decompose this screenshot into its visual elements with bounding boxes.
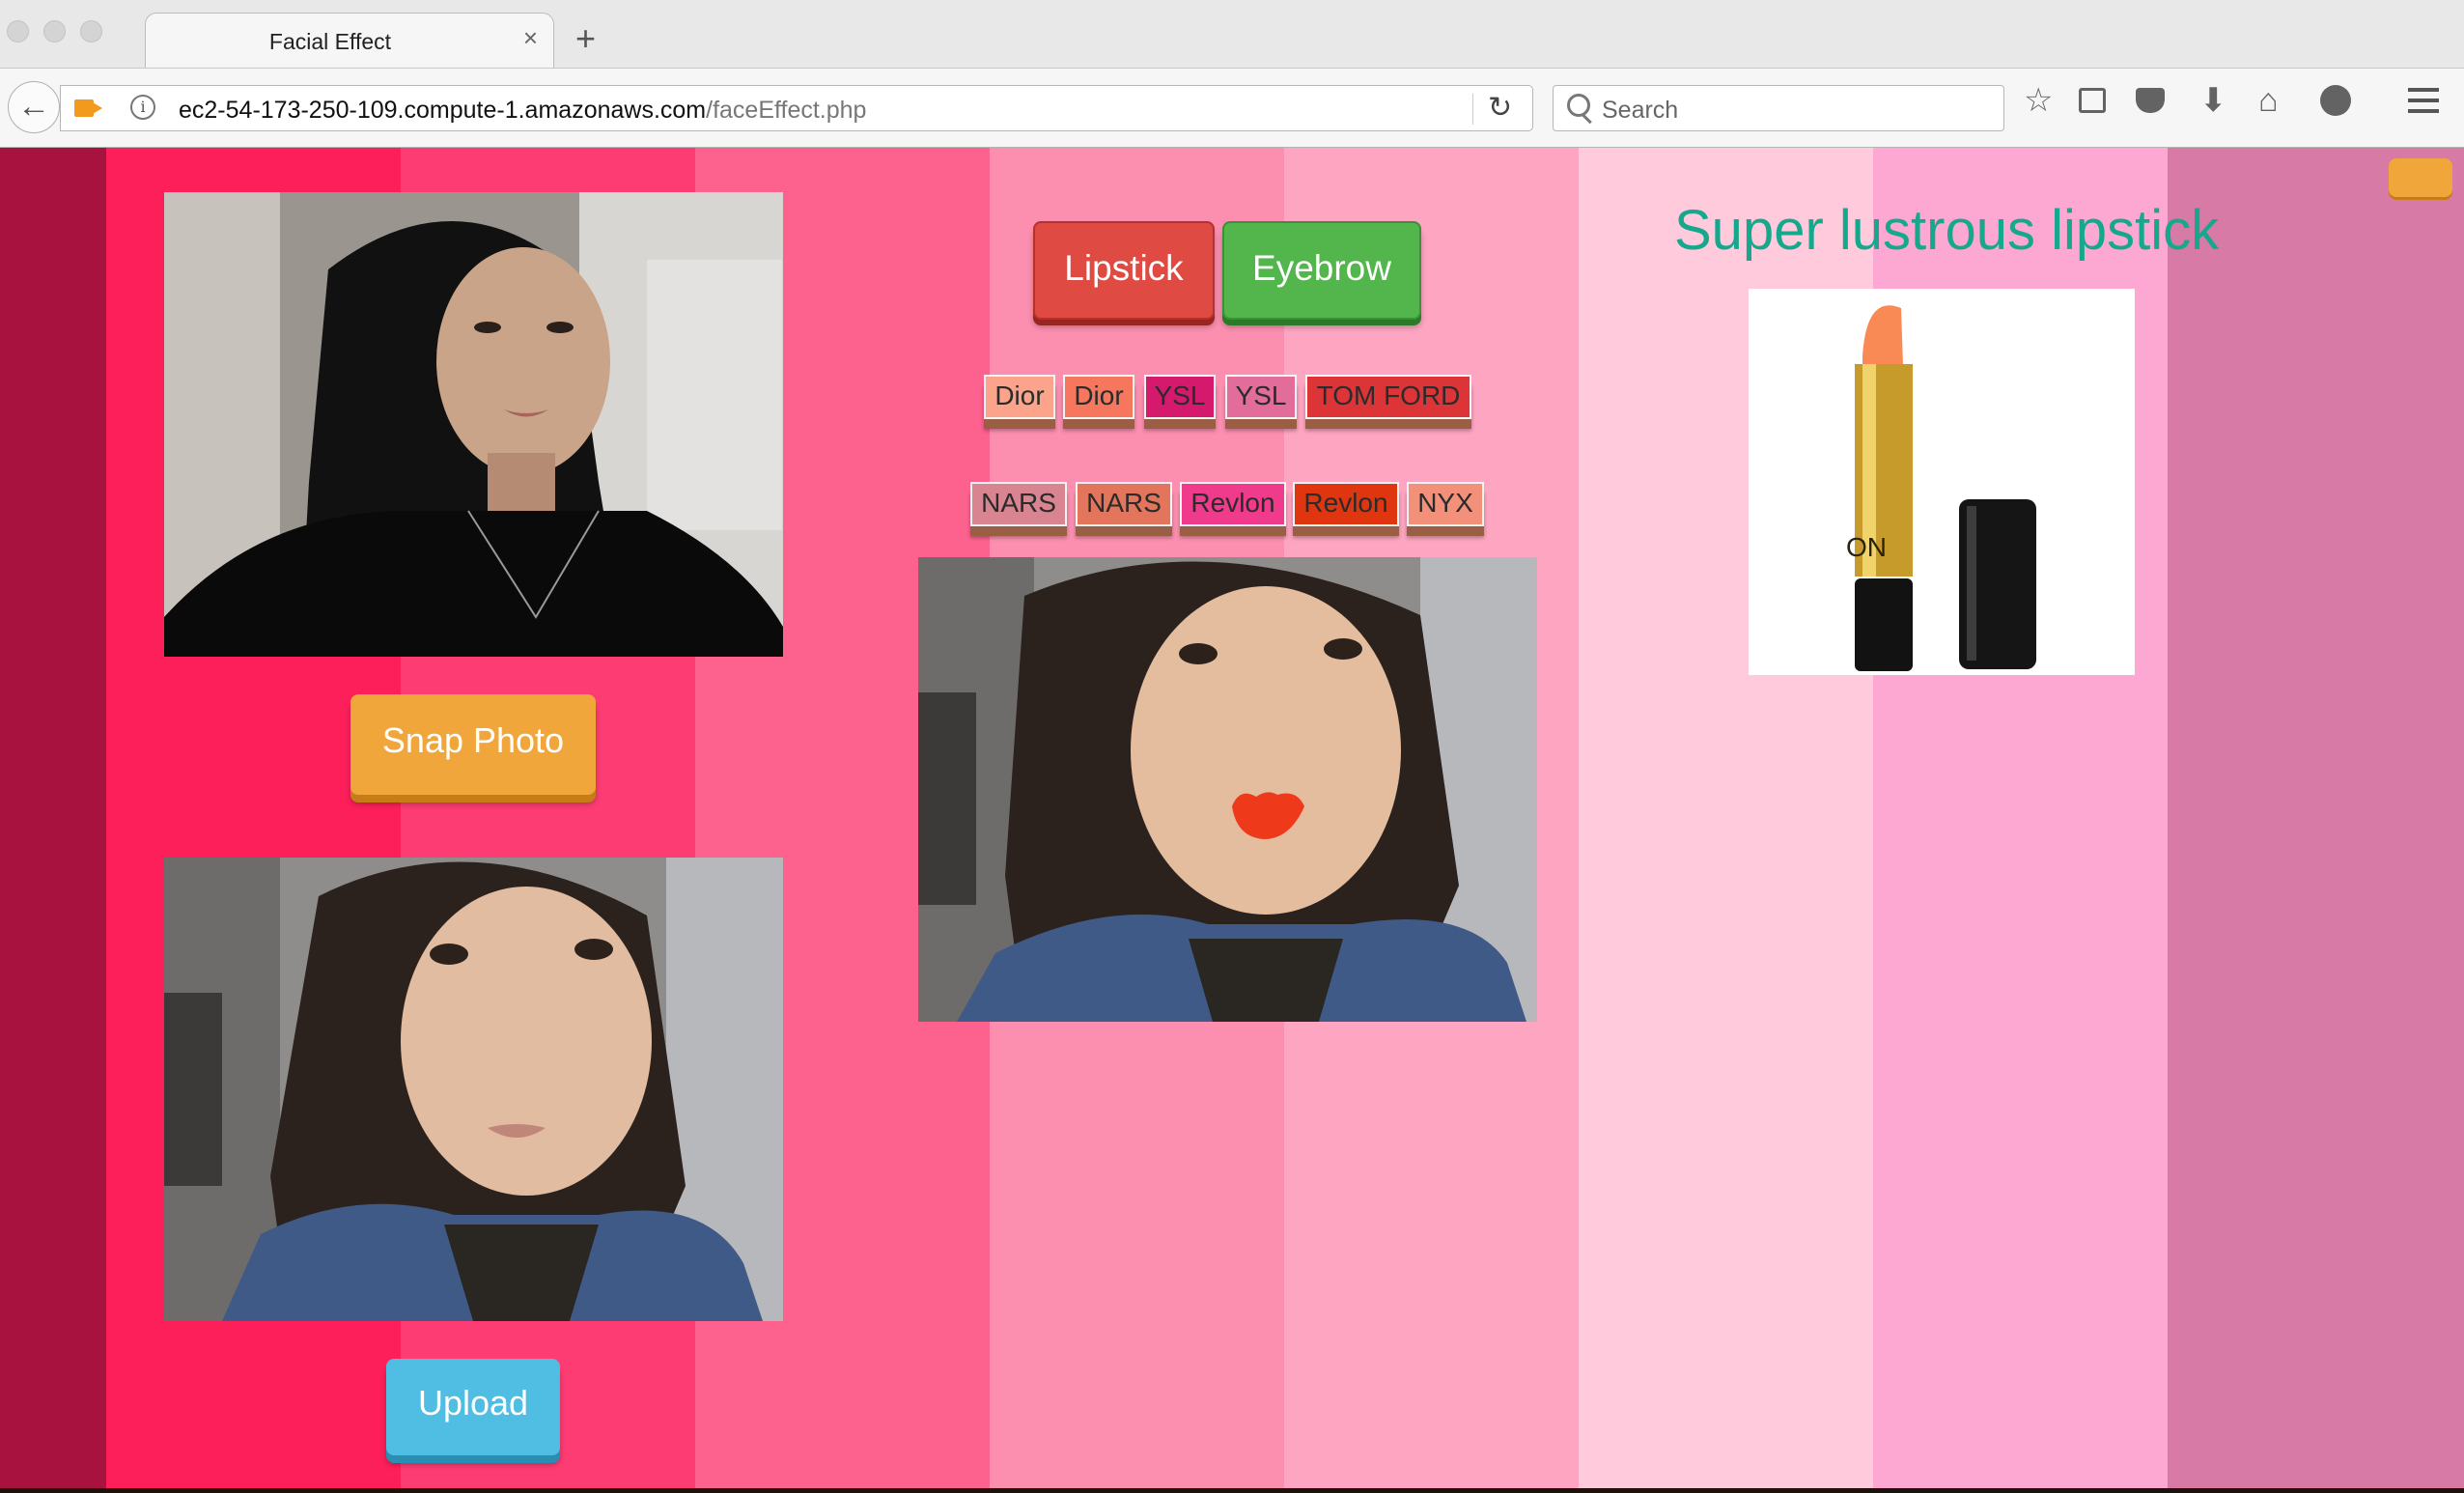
shade-button[interactable]: Dior (984, 375, 1055, 419)
url-bar[interactable]: i ec2-54-173-250-109.compute-1.amazonaws… (60, 85, 1533, 131)
info-icon[interactable]: i (130, 95, 155, 120)
window-minimize-dot[interactable] (43, 20, 66, 42)
background-stripe (0, 148, 106, 1493)
new-tab-button[interactable]: + (575, 21, 596, 56)
shade-button[interactable]: NARS (1076, 482, 1172, 526)
captured-photo (164, 858, 783, 1321)
product-image: ON (1749, 289, 2135, 675)
browser-nav-bar: ← i ec2-54-173-250-109.compute-1.amazona… (0, 68, 2464, 148)
browser-tab-bar: Facial Effect × + (0, 0, 2464, 68)
eyebrow-tab-button[interactable]: Eyebrow (1222, 221, 1421, 320)
url-separator (1472, 94, 1473, 125)
lipstick-tab-button[interactable]: Lipstick (1033, 221, 1215, 320)
shade-button[interactable]: Revlon (1293, 482, 1399, 526)
camera-icon[interactable] (74, 99, 102, 117)
search-icon (1567, 94, 1590, 117)
back-arrow-icon[interactable]: ← (8, 81, 60, 133)
page-content: Snap Photo Upload Lipstick Eyebrow Dior … (0, 148, 2464, 1493)
window-zoom-dot[interactable] (80, 20, 102, 42)
product-title: Super lustrous lipstick (1674, 199, 2220, 262)
search-input[interactable]: Search (1553, 85, 2004, 131)
corner-button[interactable] (2389, 158, 2452, 197)
webcam-preview (164, 192, 783, 657)
background-stripe (2168, 148, 2464, 1493)
star-icon[interactable]: ☆ (2024, 84, 2053, 117)
url-path: /faceEffect.php (706, 97, 867, 124)
smiley-icon[interactable] (2320, 85, 2351, 116)
tab-close-icon[interactable]: × (523, 25, 538, 50)
page-bottom-edge (0, 1488, 2464, 1493)
shade-button[interactable]: TOM FORD (1305, 375, 1471, 419)
shade-button[interactable]: YSL (1144, 375, 1216, 419)
hamburger-menu-icon[interactable] (2408, 88, 2439, 113)
result-photo (918, 557, 1537, 1022)
reload-icon[interactable]: ↻ (1488, 91, 1512, 125)
reading-list-icon[interactable] (2079, 88, 2106, 113)
search-placeholder: Search (1602, 97, 1679, 124)
home-icon[interactable]: ⌂ (2258, 84, 2279, 117)
shade-button[interactable]: Dior (1063, 375, 1134, 419)
url-text[interactable]: ec2-54-173-250-109.compute-1.amazonaws.c… (179, 97, 866, 125)
upload-button[interactable]: Upload (386, 1359, 560, 1455)
snap-photo-button[interactable]: Snap Photo (350, 694, 596, 795)
shade-button[interactable]: YSL (1225, 375, 1297, 419)
window-close-dot[interactable] (7, 20, 29, 42)
tab-title: Facial Effect (268, 29, 392, 54)
shade-button[interactable]: NARS (970, 482, 1067, 526)
shade-button[interactable]: NYX (1407, 482, 1484, 526)
url-host: ec2-54-173-250-109.compute-1.amazonaws.c… (179, 97, 707, 124)
pocket-icon[interactable] (2136, 88, 2165, 113)
download-icon[interactable]: ⬇ (2199, 84, 2227, 117)
product-brand-text: ON (1846, 532, 1887, 562)
shade-button[interactable]: Revlon (1180, 482, 1286, 526)
browser-tab[interactable]: Facial Effect × (145, 13, 554, 68)
